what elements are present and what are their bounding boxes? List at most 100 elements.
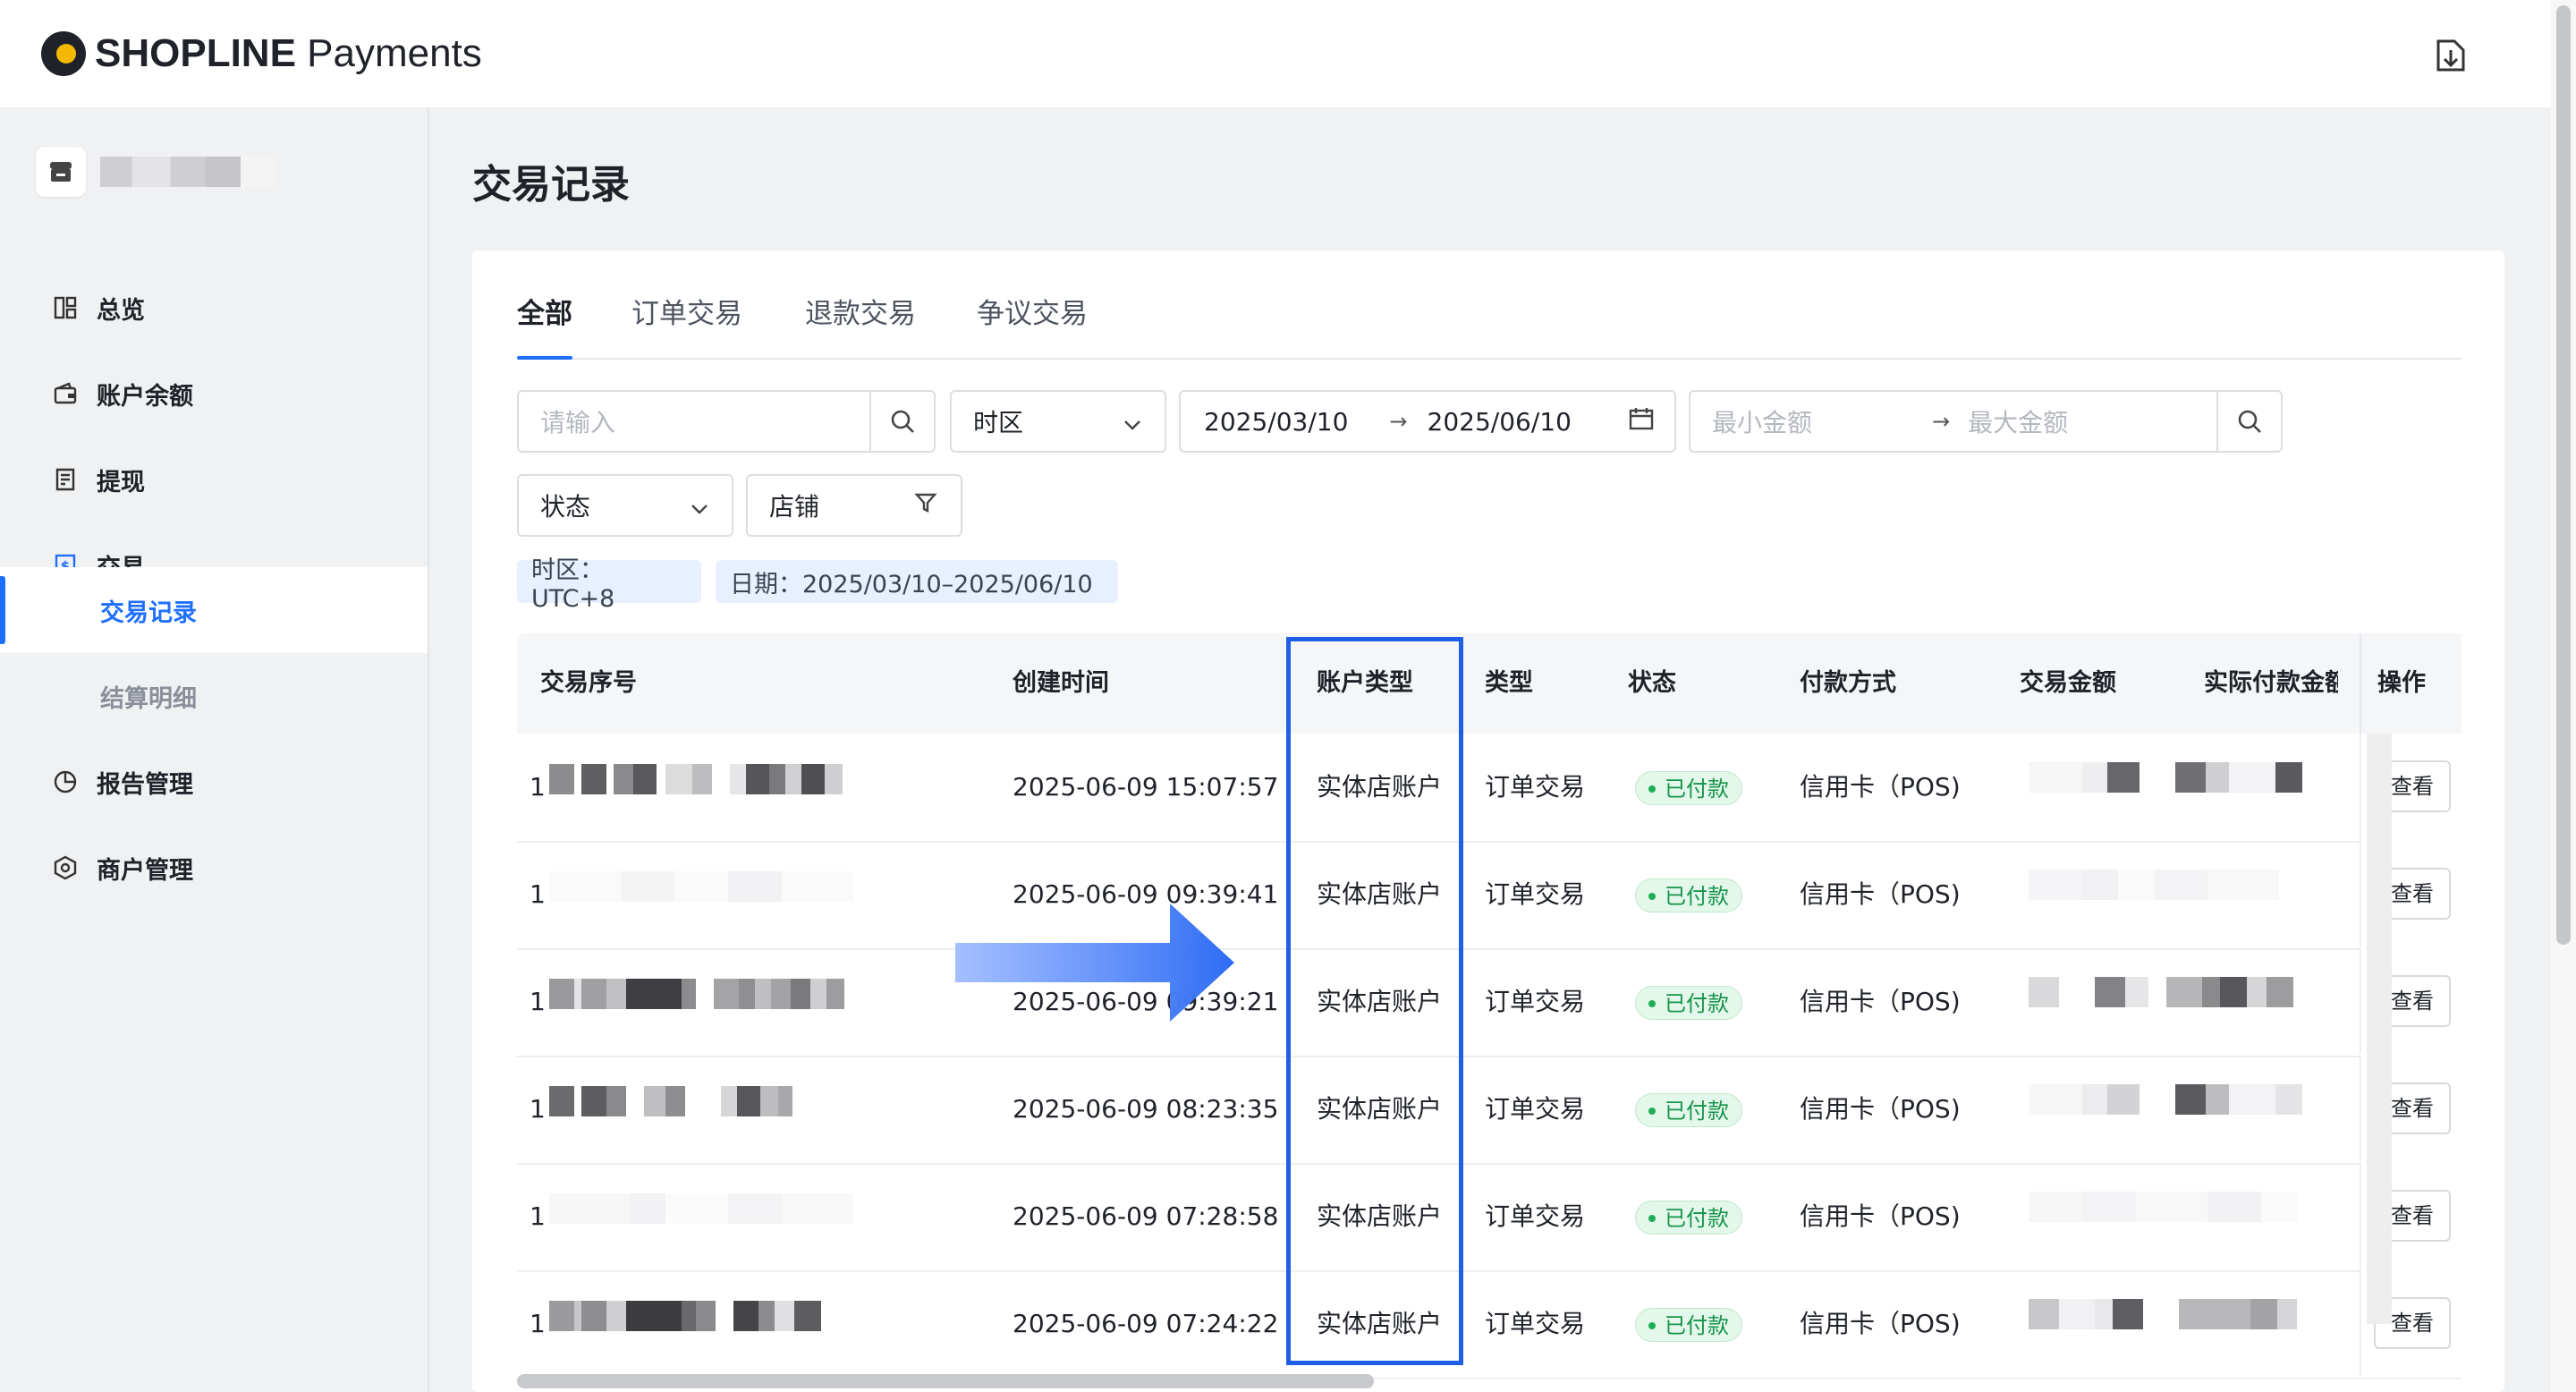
redaction-block xyxy=(549,871,621,902)
redacted-amounts xyxy=(2029,1299,2297,1329)
store-switcher[interactable] xyxy=(36,147,275,197)
redaction-block xyxy=(630,1193,665,1224)
sidebar-item-overview[interactable]: 总览 xyxy=(0,265,428,351)
tab-order-transactions[interactable]: 订单交易 xyxy=(631,286,742,358)
date-start-value[interactable]: 2025/03/10 xyxy=(1204,407,1348,437)
redaction-block xyxy=(755,979,771,1009)
min-amount-input[interactable]: 最小金额 xyxy=(1712,403,1918,439)
sidebar-item-label: 交易记录 xyxy=(100,598,197,627)
timezone-select[interactable]: 时区 xyxy=(950,390,1166,453)
date-end-value[interactable]: 2025/06/10 xyxy=(1428,407,1572,437)
redacted-transaction-id xyxy=(549,979,844,1009)
redaction-block xyxy=(2140,1084,2175,1115)
redaction-block xyxy=(665,1193,728,1224)
sidebar-item-label: 总览 xyxy=(97,296,145,325)
redaction-block xyxy=(626,1086,644,1116)
redaction-block xyxy=(549,979,574,1009)
search-icon[interactable] xyxy=(869,392,934,451)
active-filter-chip-date[interactable]: 日期：2025/03/10–2025/06/10 xyxy=(716,560,1118,603)
redaction-block xyxy=(2220,977,2247,1007)
tab-all[interactable]: 全部 xyxy=(517,286,572,360)
sidebar-item-withdraw[interactable]: 提现 xyxy=(0,437,428,522)
status-select-label: 状态 xyxy=(540,492,591,522)
redaction-block xyxy=(801,764,825,794)
redacted-transaction-id xyxy=(549,1193,853,1224)
search-icon[interactable] xyxy=(2216,392,2281,451)
status-select[interactable]: 状态 xyxy=(517,474,733,537)
redaction-block xyxy=(682,979,696,1009)
created-time-cell: 2025-06-09 07:28:58 xyxy=(1013,1201,1279,1231)
redaction-block xyxy=(782,1193,853,1224)
page-scrollbar[interactable] xyxy=(2551,0,2576,1392)
redaction-block xyxy=(721,1086,737,1116)
shopline-logo-icon xyxy=(41,31,86,76)
column-header-created-time: 创建时间 xyxy=(1013,669,1109,697)
sidebar-item-transaction-records[interactable]: 交易记录 xyxy=(0,567,428,653)
redaction-block xyxy=(549,1301,574,1331)
redaction-block xyxy=(606,764,614,794)
redaction-block xyxy=(2206,1084,2229,1115)
sidebar-item-merchant[interactable]: 商户管理 xyxy=(0,825,428,911)
report-icon xyxy=(52,768,79,795)
redaction-block xyxy=(2154,870,2207,900)
active-filter-chip-timezone[interactable]: 时区：UTC+8 xyxy=(517,556,701,613)
redaction-block xyxy=(2202,977,2220,1007)
sidebar-item-settlement-details[interactable]: 结算明细 xyxy=(0,653,428,739)
date-range-separator: → xyxy=(1389,409,1408,434)
transaction-id-cell: 1 xyxy=(530,1201,546,1231)
redaction-block xyxy=(2179,1299,2250,1329)
redacted-amounts xyxy=(2029,1192,2297,1222)
table-vertical-scrollbar[interactable] xyxy=(2367,734,2392,1324)
redaction-block xyxy=(574,979,581,1009)
store-filter[interactable]: 店铺 xyxy=(746,474,962,537)
redaction-block xyxy=(549,1193,630,1224)
sidebar-item-label: 提现 xyxy=(97,468,145,497)
search-input[interactable]: 请输入 xyxy=(540,403,869,439)
download-icon[interactable] xyxy=(2429,34,2472,77)
redaction-block xyxy=(614,764,633,794)
redaction-block xyxy=(2275,762,2302,793)
redaction-block xyxy=(581,1086,606,1116)
table-horizontal-scrollbar[interactable] xyxy=(517,1374,1374,1388)
redaction-block xyxy=(574,764,581,794)
shopline-payments-logo[interactable]: SHOPLINE Payments xyxy=(41,27,482,81)
redaction-block xyxy=(2175,1084,2206,1115)
column-header-transaction-id: 交易序号 xyxy=(540,669,637,697)
redaction-block xyxy=(2029,1084,2082,1115)
column-header-status: 状态 xyxy=(1628,669,1676,697)
redaction-block xyxy=(2277,1299,2297,1329)
column-header-type: 类型 xyxy=(1485,669,1533,697)
redaction-block xyxy=(760,1086,778,1116)
date-range-picker[interactable]: 2025/03/10 → 2025/06/10 xyxy=(1179,390,1676,453)
tab-dispute-transactions[interactable]: 争议交易 xyxy=(977,286,1088,358)
redaction-block xyxy=(2107,762,2140,793)
sidebar-item-reports[interactable]: 报告管理 xyxy=(0,739,428,825)
tab-refund-transactions[interactable]: 退款交易 xyxy=(805,286,916,358)
transaction-id-cell: 1 xyxy=(530,1309,546,1338)
redaction-block xyxy=(621,871,674,902)
redaction-block xyxy=(714,979,739,1009)
redaction-block xyxy=(2250,1299,2277,1329)
top-bar: SHOPLINE Payments xyxy=(0,0,2551,107)
payment-method-cell: 信用卡（POS) xyxy=(1800,1309,1961,1338)
payment-method-cell: 信用卡（POS) xyxy=(1800,987,1961,1016)
redaction-block xyxy=(2275,1084,2302,1115)
max-amount-input[interactable]: 最大金额 xyxy=(1968,403,2216,439)
table-header: 交易序号 创建时间 账户类型 类型 状态 付款方式 交易金额 实际付款金额 操作 xyxy=(517,633,2462,734)
column-header-actions: 操作 xyxy=(2360,633,2462,734)
sidebar-item-balance[interactable]: 账户余额 xyxy=(0,351,428,437)
page-scrollbar-thumb[interactable] xyxy=(2556,5,2571,945)
table-row: 1 2025-06-09 09:39:41 实体店账户 订单交易 已付款 信用卡（POS)… xyxy=(517,841,2462,950)
redaction-block xyxy=(682,1301,696,1331)
dashboard-icon xyxy=(52,294,79,321)
redaction-block xyxy=(2107,1084,2140,1115)
sidebar-item-label: 结算明细 xyxy=(100,684,197,713)
redacted-amounts xyxy=(2029,1084,2302,1115)
transaction-type-cell: 订单交易 xyxy=(1485,987,1586,1016)
calendar-icon[interactable] xyxy=(1628,406,1655,437)
redaction-block xyxy=(2140,762,2175,793)
redaction-block xyxy=(2229,1084,2275,1115)
table-row: 1 2025-06-09 08:23:35 实体店账户 订单交易 已付款 信用卡（POS)… xyxy=(517,1056,2462,1165)
status-badge: 已付款 xyxy=(1635,878,1742,912)
status-badge: 已付款 xyxy=(1635,986,1742,1020)
